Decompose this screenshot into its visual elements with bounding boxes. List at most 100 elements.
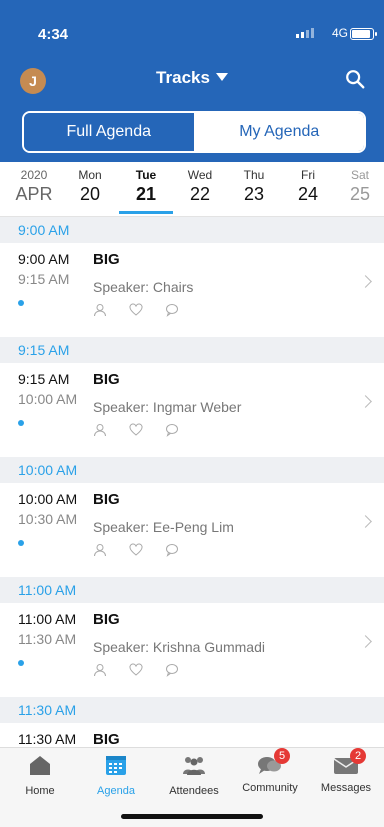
session-start: 9:00 AM [18, 251, 70, 267]
session-actions [93, 663, 179, 677]
date-day-number: 25 [349, 184, 371, 204]
messages-badge: 2 [350, 748, 366, 764]
date-day-name: Thu [243, 168, 265, 182]
session-title: BIG [93, 731, 120, 747]
session-actions [93, 423, 179, 437]
bottom-tab-bar: Home Agenda Attendees 5 Community 2 Mess… [0, 747, 384, 827]
agenda-segment-control: Full Agenda My Agenda [22, 111, 366, 153]
session-item[interactable]: 11:30 AM BIG [0, 723, 384, 747]
session-item[interactable]: 9:15 AM 10:00 AM BIG Speaker: Ingmar Web… [0, 363, 384, 457]
session-title: BIG [93, 611, 120, 628]
date-day-name: Fri [301, 168, 315, 182]
heart-icon[interactable] [129, 663, 143, 677]
session-title: BIG [93, 491, 120, 508]
tab-messages[interactable]: 2 Messages [308, 748, 384, 794]
session-actions [93, 543, 179, 557]
date-tue[interactable]: Tue 21 [118, 168, 174, 205]
session-start: 9:15 AM [18, 371, 70, 387]
time-section-header: 10:00 AM [0, 457, 384, 483]
date-day-number: 21 [135, 184, 157, 204]
session-item[interactable]: 10:00 AM 10:30 AM BIG Speaker: Ee-Peng L… [0, 483, 384, 577]
session-speaker: Speaker: Krishna Gummadi [93, 639, 265, 655]
date-day-number: 23 [243, 184, 265, 204]
date-year-month: 2020 APR [6, 168, 62, 205]
date-day-name: Tue [135, 168, 157, 182]
live-dot [18, 300, 24, 306]
comment-icon[interactable] [165, 423, 179, 437]
tab-label: Messages [320, 782, 372, 794]
home-icon [30, 756, 50, 775]
agenda-list[interactable]: 9:00 AM 9:00 AM 9:15 AM BIG Speaker: Cha… [0, 217, 384, 747]
envelope-icon: 2 [332, 748, 366, 776]
signal-icon [296, 28, 314, 38]
tab-label: Community [242, 782, 298, 794]
date-day-number: 22 [189, 184, 211, 204]
date-day-number: 20 [79, 184, 101, 204]
live-dot [18, 660, 24, 666]
date-year: 2020 [20, 168, 48, 182]
chevron-right-icon [359, 635, 372, 648]
date-day-name: Wed [187, 168, 213, 182]
session-title: BIG [93, 251, 120, 268]
person-icon[interactable] [93, 423, 107, 437]
tab-community[interactable]: 5 Community [232, 748, 308, 794]
people-icon [183, 757, 205, 775]
date-month: APR [15, 184, 53, 204]
chevron-right-icon [359, 395, 372, 408]
session-title: BIG [93, 371, 120, 388]
session-item[interactable]: 9:00 AM 9:15 AM BIG Speaker: Chairs [0, 243, 384, 337]
session-end: 10:00 AM [18, 391, 78, 407]
date-day-name: Sat [350, 168, 369, 182]
date-sat[interactable]: Sat 25 [332, 168, 384, 205]
chat-bubbles-icon: 5 [256, 748, 290, 776]
tab-agenda[interactable]: Agenda [78, 754, 154, 797]
tab-label: Attendees [169, 785, 219, 797]
tab-label: Agenda [97, 785, 135, 797]
comment-icon[interactable] [165, 663, 179, 677]
chevron-right-icon [359, 515, 372, 528]
date-wed[interactable]: Wed 22 [172, 168, 228, 205]
session-end: 11:30 AM [18, 631, 77, 647]
heart-icon[interactable] [129, 303, 143, 317]
heart-icon[interactable] [129, 543, 143, 557]
person-icon[interactable] [93, 303, 107, 317]
session-speaker: Speaker: Ee-Peng Lim [93, 519, 234, 535]
comment-icon[interactable] [165, 303, 179, 317]
person-icon[interactable] [93, 663, 107, 677]
time-section-header: 11:30 AM [0, 697, 384, 723]
time-section-header: 9:15 AM [0, 337, 384, 363]
calendar-icon [106, 756, 126, 775]
heart-icon[interactable] [129, 423, 143, 437]
time-section-header: 11:00 AM [0, 577, 384, 603]
tab-my-agenda[interactable]: My Agenda [194, 113, 364, 151]
search-icon[interactable] [344, 68, 366, 90]
battery-icon [350, 28, 377, 40]
session-start: 11:00 AM [18, 611, 77, 627]
session-item[interactable]: 11:00 AM 11:30 AM BIG Speaker: Krishna G… [0, 603, 384, 697]
session-actions [93, 303, 179, 317]
status-bar: 4:34 4G [0, 0, 384, 44]
live-dot [18, 420, 24, 426]
tab-home[interactable]: Home [2, 754, 78, 797]
date-mon[interactable]: Mon 20 [62, 168, 118, 205]
caret-down-icon [215, 73, 228, 81]
comment-icon[interactable] [165, 543, 179, 557]
tracks-label: Tracks [156, 68, 210, 87]
person-icon[interactable] [93, 543, 107, 557]
session-speaker: Speaker: Ingmar Weber [93, 399, 242, 415]
date-fri[interactable]: Fri 24 [280, 168, 336, 205]
home-indicator [121, 814, 263, 819]
date-thu[interactable]: Thu 23 [226, 168, 282, 205]
date-day-name: Mon [78, 168, 102, 182]
session-end: 9:15 AM [18, 271, 70, 287]
tab-label: Home [25, 785, 55, 797]
live-dot [18, 540, 24, 546]
time-section-header: 9:00 AM [0, 217, 384, 243]
tab-attendees[interactable]: Attendees [156, 754, 232, 797]
community-badge: 5 [274, 748, 290, 764]
session-end: 10:30 AM [18, 511, 78, 527]
date-day-number: 24 [297, 184, 319, 204]
network-label: 4G [331, 26, 348, 40]
tab-full-agenda[interactable]: Full Agenda [24, 113, 195, 151]
tracks-dropdown[interactable]: Tracks [0, 68, 384, 88]
